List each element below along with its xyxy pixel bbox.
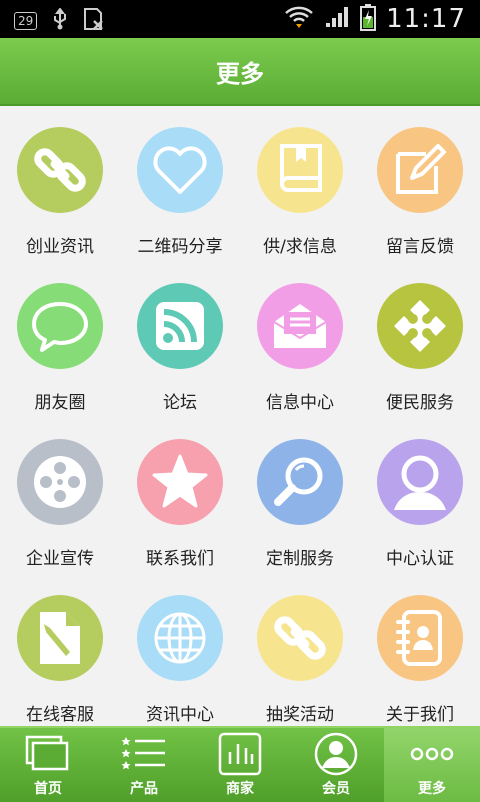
rss-icon: [156, 302, 204, 350]
usb-icon: [51, 7, 69, 34]
icon-circle: [257, 127, 343, 213]
member-icon: [314, 732, 358, 776]
icon-circle: [17, 127, 103, 213]
contact-book-icon: [396, 610, 442, 666]
chat-bubble-icon: [32, 302, 88, 352]
menu-item-label: 定制服务: [266, 549, 334, 569]
menu-item-moments[interactable]: 朋友圈: [0, 260, 120, 416]
tab-home[interactable]: 首页: [0, 728, 96, 802]
tab-label: 更多: [418, 781, 446, 797]
bottom-tab-bar: 首页 产品 商家 会员 更多: [0, 726, 480, 802]
menu-item-label: 供/求信息: [263, 237, 337, 257]
icon-circle: [377, 283, 463, 369]
edit-icon: [396, 144, 446, 194]
menu-item-convenience[interactable]: 便民服务: [360, 260, 480, 416]
magnifier-icon: [274, 457, 323, 506]
link-icon: [274, 616, 326, 660]
menu-item-label: 论坛: [163, 393, 197, 413]
menu-item-label: 在线客服: [26, 705, 94, 725]
menu-item-forum[interactable]: 论坛: [120, 260, 240, 416]
tab-label: 会员: [322, 781, 350, 797]
signal-icon: [324, 5, 350, 33]
menu-item-contact-us[interactable]: 联系我们: [120, 416, 240, 572]
menu-item-info-center[interactable]: 信息中心: [240, 260, 360, 416]
status-bar: 29 11:17: [0, 0, 480, 38]
document-pen-icon: [40, 612, 80, 664]
menu-item-label: 关于我们: [386, 705, 454, 725]
star-icon: [152, 454, 208, 508]
icon-circle: [137, 439, 223, 525]
menu-item-online-support[interactable]: 在线客服: [0, 572, 120, 726]
menu-item-certification[interactable]: 中心认证: [360, 416, 480, 572]
link-icon: [34, 148, 86, 192]
more-dots-icon: [409, 732, 455, 776]
menu-item-label: 信息中心: [266, 393, 334, 413]
menu-item-label: 联系我们: [146, 549, 214, 569]
menu-item-label: 抽奖活动: [266, 705, 334, 725]
menu-item-news-center[interactable]: 资讯中心: [120, 572, 240, 726]
puzzle-icon: [394, 300, 446, 352]
clock: 11:17: [386, 4, 466, 34]
globe-icon: [154, 612, 206, 664]
menu-item-lottery[interactable]: 抽奖活动: [240, 572, 360, 726]
notification-badge: 29: [14, 12, 38, 30]
tab-more[interactable]: 更多: [384, 728, 480, 802]
icon-circle: [137, 127, 223, 213]
menu-item-label: 创业资讯: [26, 237, 94, 257]
menu-item-about-us[interactable]: 关于我们: [360, 572, 480, 726]
icon-circle: [17, 595, 103, 681]
menu-item-feedback[interactable]: 留言反馈: [360, 104, 480, 260]
bar-chart-icon: [218, 732, 262, 776]
tab-label: 商家: [226, 781, 254, 797]
icon-circle: [377, 595, 463, 681]
menu-item-promotion[interactable]: 企业宣传: [0, 416, 120, 572]
status-right: 11:17: [284, 0, 466, 38]
icon-circle: [257, 595, 343, 681]
heart-icon: [153, 146, 207, 194]
menu-item-custom-service[interactable]: 定制服务: [240, 416, 360, 572]
icon-circle: [17, 283, 103, 369]
menu-grid: 创业资讯 二维码分享 供/求信息 留言反馈 朋友圈 论坛 信息中心 便民服务 企…: [0, 104, 480, 726]
tab-merchants[interactable]: 商家: [192, 728, 288, 802]
menu-item-label: 便民服务: [386, 393, 454, 413]
envelope-icon: [273, 304, 327, 348]
icon-circle: [137, 595, 223, 681]
menu-item-label: 二维码分享: [137, 237, 223, 257]
menu-item-label: 中心认证: [386, 549, 454, 569]
tab-members[interactable]: 会员: [288, 728, 384, 802]
menu-item-qr-share[interactable]: 二维码分享: [120, 104, 240, 260]
list-stars-icon: [121, 732, 167, 776]
battery-icon: [360, 3, 377, 35]
icon-circle: [377, 127, 463, 213]
status-left: 29: [14, 7, 105, 35]
icon-circle: [257, 439, 343, 525]
home-window-icon: [25, 732, 71, 776]
icon-circle: [257, 283, 343, 369]
menu-item-supply-demand[interactable]: 供/求信息: [240, 104, 360, 260]
icon-circle: [17, 439, 103, 525]
user-icon: [394, 455, 446, 510]
sd-card-icon: [83, 7, 105, 35]
page-title: 更多: [216, 59, 264, 88]
wifi-icon: [284, 4, 314, 34]
icon-circle: [137, 283, 223, 369]
menu-item-label: 朋友圈: [34, 393, 86, 413]
menu-item-label: 留言反馈: [386, 237, 454, 257]
menu-item-startup-news[interactable]: 创业资讯: [0, 104, 120, 260]
tab-label: 首页: [34, 781, 62, 797]
menu-item-label: 企业宣传: [26, 549, 94, 569]
icon-circle: [377, 439, 463, 525]
page-header: 更多: [0, 38, 480, 106]
tab-label: 产品: [130, 781, 158, 797]
tab-products[interactable]: 产品: [96, 728, 192, 802]
film-reel-icon: [34, 456, 86, 508]
menu-item-label: 资讯中心: [146, 705, 214, 725]
book-icon: [280, 144, 322, 192]
